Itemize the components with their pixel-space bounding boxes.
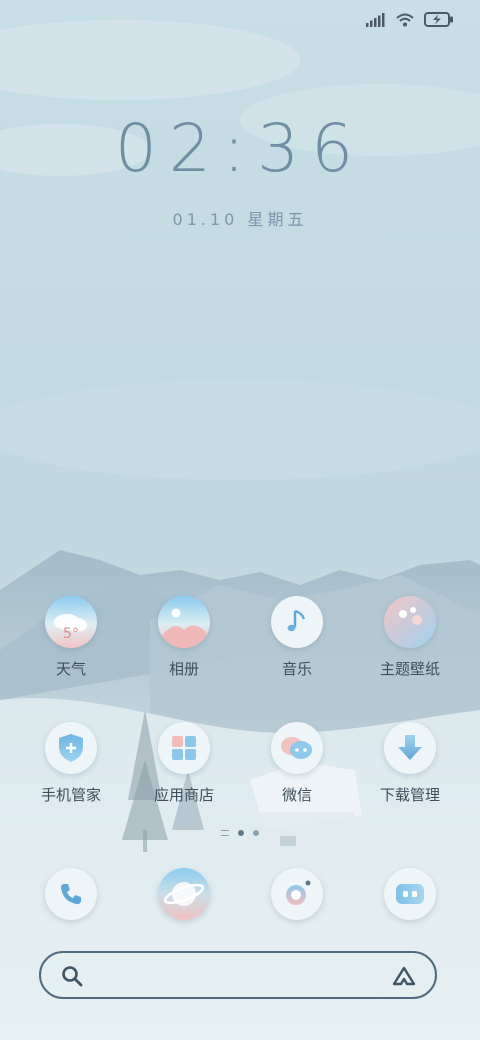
- app-store-icon: [158, 722, 210, 774]
- app-label: 音乐: [281, 660, 312, 678]
- status-bar: [0, 0, 480, 40]
- app-weather[interactable]: 5° 天气: [16, 596, 126, 679]
- app-label: 应用商店: [153, 786, 214, 804]
- search-icon[interactable]: [61, 965, 83, 991]
- dock-phone[interactable]: [16, 868, 126, 920]
- page-indicator[interactable]: [0, 830, 480, 836]
- app-phone-manager[interactable]: 手机管家: [16, 722, 126, 805]
- weather-temp-badge: 5°: [63, 626, 79, 642]
- app-store[interactable]: 应用商店: [129, 722, 239, 805]
- download-arrow-icon: [384, 722, 436, 774]
- app-label: 天气: [55, 660, 86, 678]
- clock-date: 01.10 星期五: [172, 210, 308, 229]
- page-dot[interactable]: [253, 830, 259, 836]
- wifi-icon: [396, 12, 414, 31]
- app-music[interactable]: 音乐: [242, 596, 352, 679]
- page-dot-active[interactable]: [238, 830, 244, 836]
- app-label: 手机管家: [40, 786, 101, 804]
- gallery-icon: [158, 596, 210, 648]
- dock-messages[interactable]: [355, 868, 465, 920]
- wechat-icon: [271, 722, 323, 774]
- lock-clock-time: 02:36: [114, 110, 366, 187]
- signal-icon: [366, 12, 386, 31]
- app-label: 主题壁纸: [379, 660, 440, 678]
- music-icon: [271, 596, 323, 648]
- app-wechat[interactable]: 微信: [242, 722, 352, 805]
- assistant-icon[interactable]: [391, 965, 417, 991]
- app-downloads[interactable]: 下载管理: [355, 722, 465, 805]
- messages-icon: [384, 868, 436, 920]
- app-label: 相册: [168, 660, 199, 678]
- dock-camera[interactable]: [242, 868, 352, 920]
- minus-one-page-icon[interactable]: [221, 830, 229, 836]
- phone-manager-shield-icon: [45, 722, 97, 774]
- app-themes[interactable]: 主题壁纸: [355, 596, 465, 679]
- browser-planet-icon: [158, 868, 210, 920]
- theme-palette-icon: [384, 596, 436, 648]
- search-bar[interactable]: [39, 951, 437, 999]
- battery-charging-icon: [424, 12, 454, 31]
- camera-icon: [271, 868, 323, 920]
- weather-icon: 5°: [45, 596, 97, 648]
- dock-browser[interactable]: [129, 868, 239, 920]
- app-label: 下载管理: [379, 786, 440, 804]
- app-label: 微信: [281, 786, 312, 804]
- phone-icon: [45, 868, 97, 920]
- app-gallery[interactable]: 相册: [129, 596, 239, 679]
